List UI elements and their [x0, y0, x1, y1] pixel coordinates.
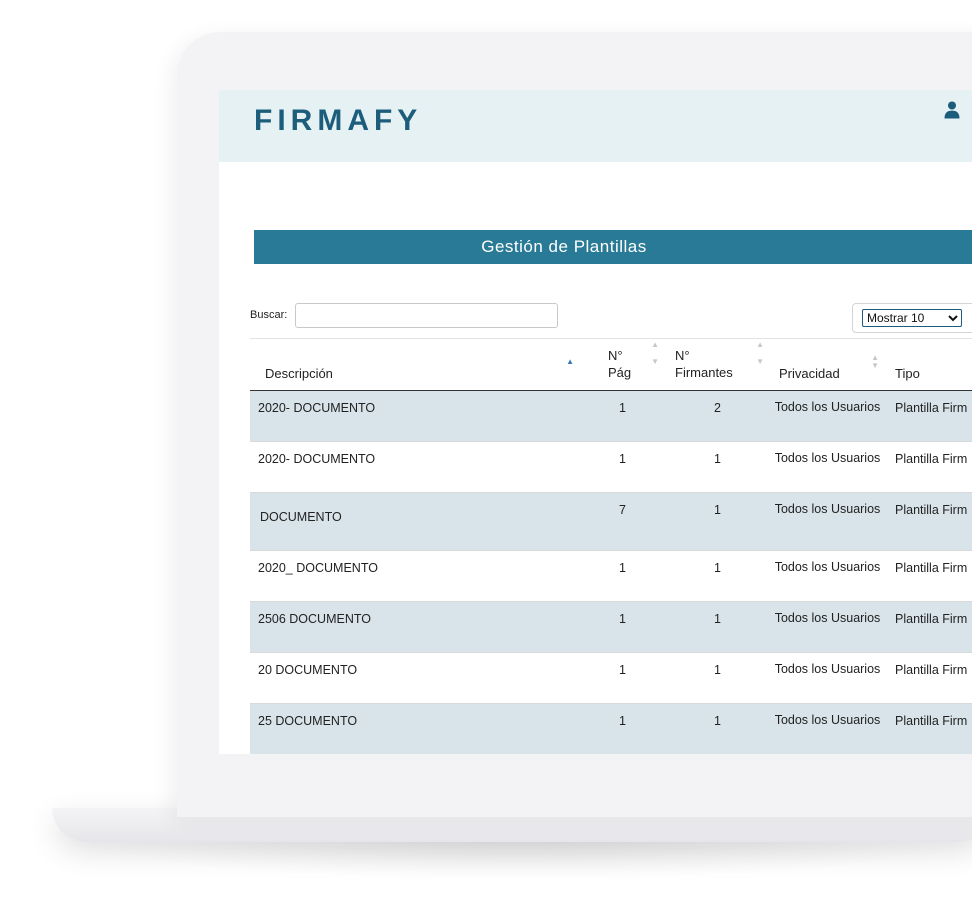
cell-pag: 7	[619, 503, 626, 517]
user-icon[interactable]	[944, 101, 960, 119]
cell-firmantes: 1	[714, 561, 721, 575]
app-screen: FIRMAFY Gestión de Plantillas Buscar: Mo…	[219, 90, 972, 754]
sort-both-icon[interactable]: ▲ ▼	[651, 336, 659, 370]
cell-privacidad: Todos los Usuarios	[774, 560, 881, 574]
cell-pag: 1	[619, 714, 626, 728]
table-row[interactable]: 25 DOCUMENTO 1 1 Todos los Usuarios Plan…	[250, 703, 972, 754]
cell-tipo: Plantilla Firm	[895, 401, 968, 415]
cell-tipo: Plantilla Firm	[895, 503, 968, 517]
column-label-firmantes: N° Firmantes	[675, 348, 733, 380]
cell-firmantes: 1	[714, 663, 721, 677]
cell-firmantes: 1	[714, 612, 721, 626]
cell-tipo: Plantilla Firm	[895, 561, 968, 575]
sort-both-icon[interactable]: ▲ ▼	[756, 336, 764, 370]
table-row[interactable]: 2020- DOCUMENTO 1 1 Todos los Usuarios P…	[250, 442, 972, 493]
cell-privacidad: Todos los Usuarios	[774, 662, 881, 676]
cell-firmantes: 1	[714, 714, 721, 728]
templates-table: Descripción ▲ N° Pág ▲ ▼ N° Firmantes ▲ ▼ …	[250, 338, 972, 754]
cell-privacidad: Todos los Usuarios	[774, 611, 881, 625]
cell-tipo: Plantilla Firm	[895, 612, 968, 626]
column-label-tipo: Tipo	[895, 366, 920, 381]
sort-asc-icon[interactable]: ▲	[566, 358, 574, 366]
table-row[interactable]: 20 DOCUMENTO 1 1 Todos los Usuarios Plan…	[250, 653, 972, 704]
cell-descripcion: 20 DOCUMENTO	[258, 663, 358, 677]
brand-logo[interactable]: FIRMAFY	[254, 104, 422, 138]
cell-descripcion: DOCUMENTO	[260, 510, 342, 524]
cell-pag: 1	[619, 663, 626, 677]
cell-tipo: Plantilla Firm	[895, 663, 968, 677]
cell-descripcion: 2020_ DOCUMENTO	[258, 561, 378, 575]
column-label-privacidad: Privacidad	[779, 366, 840, 381]
column-label-pag: N° Pág	[608, 348, 632, 380]
table-row[interactable]: 2506 DOCUMENTO 1 1 Todos los Usuarios Pl…	[250, 601, 972, 653]
column-header-privacidad[interactable]: Privacidad ▲ ▼	[770, 338, 885, 391]
cell-pag: 1	[619, 612, 626, 626]
page-title: Gestión de Plantillas	[481, 237, 647, 256]
cell-privacidad: Todos los Usuarios	[774, 451, 881, 465]
search-input[interactable]	[295, 303, 558, 328]
cell-tipo: Plantilla Firm	[895, 452, 968, 466]
app-header: FIRMAFY	[219, 90, 972, 162]
cell-descripcion: 25 DOCUMENTO	[258, 714, 358, 728]
cell-pag: 1	[619, 561, 626, 575]
table-row[interactable]: 2020- DOCUMENTO 1 2 Todos los Usuarios P…	[250, 390, 972, 442]
search-label: Buscar:	[250, 309, 288, 321]
cell-descripcion: 2506 DOCUMENTO	[258, 612, 371, 626]
cell-pag: 1	[619, 401, 626, 415]
cell-firmantes: 2	[714, 401, 721, 415]
cell-privacidad: Todos los Usuarios	[774, 502, 881, 516]
page-size-container: Mostrar 10	[852, 303, 972, 333]
cell-tipo: Plantilla Firm	[895, 714, 968, 728]
column-header-descripcion[interactable]: Descripción ▲	[250, 338, 580, 391]
sort-both-icon[interactable]: ▲ ▼	[871, 354, 879, 370]
cell-pag: 1	[619, 452, 626, 466]
cell-firmantes: 1	[714, 452, 721, 466]
cell-descripcion: 2020- DOCUMENTO	[258, 452, 376, 466]
column-header-tipo[interactable]: Tipo	[885, 338, 972, 391]
table-row[interactable]: DOCUMENTO 7 1 Todos los Usuarios Plantil…	[250, 492, 972, 551]
column-header-firmantes[interactable]: N° Firmantes ▲ ▼	[665, 336, 770, 391]
cell-descripcion: 2020- DOCUMENTO	[258, 401, 376, 415]
column-header-pag[interactable]: N° Pág ▲ ▼	[580, 336, 665, 391]
cell-firmantes: 1	[714, 503, 721, 517]
column-label-descripcion: Descripción	[265, 366, 333, 381]
cell-privacidad: Todos los Usuarios	[774, 713, 881, 727]
table-header-row: Descripción ▲ N° Pág ▲ ▼ N° Firmantes ▲ ▼ …	[250, 336, 972, 391]
table-row[interactable]: 2020_ DOCUMENTO 1 1 Todos los Usuarios P…	[250, 551, 972, 602]
cell-privacidad: Todos los Usuarios	[774, 400, 881, 414]
page-size-select[interactable]: Mostrar 10	[862, 309, 962, 327]
page-title-bar: Gestión de Plantillas	[254, 230, 972, 264]
